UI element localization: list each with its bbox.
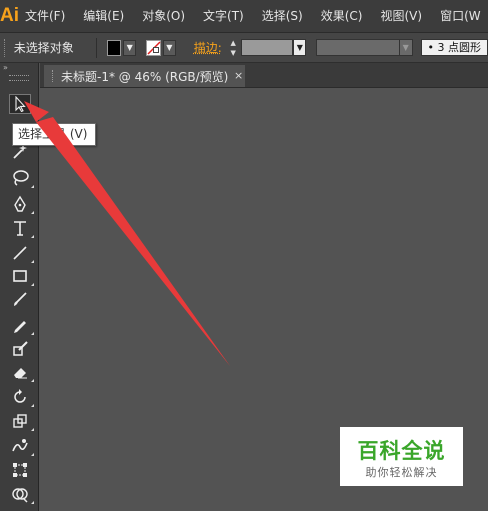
menu-select[interactable]: 选择(S) — [253, 0, 312, 32]
menu-type[interactable]: 文字(T) — [194, 0, 253, 32]
selection-tool[interactable] — [9, 94, 31, 114]
paintbrush-tool-icon — [14, 292, 27, 306]
watermark-logo: 百科全说 助你轻松解决 — [340, 427, 463, 486]
watermark-subtitle: 助你轻松解决 — [365, 466, 438, 479]
menu-bar: Ai 文件(F) 编辑(E) 对象(O) 文字(T) 选择(S) 效果(C) 视… — [0, 0, 488, 33]
line-segment-tool[interactable] — [9, 243, 34, 263]
divider — [95, 37, 97, 58]
collapse-toggle[interactable]: » — [0, 63, 38, 73]
stroke-weight-field[interactable] — [240, 39, 294, 56]
stroke-dropdown-arrow[interactable]: ▼ — [162, 39, 176, 56]
menu-edit[interactable]: 编辑(E) — [74, 0, 133, 32]
document-tab-title: 未标题-1* @ 46% (RGB/预览) — [61, 69, 229, 84]
selection-tool-icon — [15, 96, 26, 112]
free-transform-tool[interactable] — [9, 460, 31, 480]
menu-file[interactable]: 文件(F) — [19, 0, 74, 32]
shape-builder-tool[interactable] — [9, 484, 34, 504]
panel-grip[interactable] — [4, 38, 8, 57]
rectangle-tool-icon — [13, 270, 27, 282]
document-tab[interactable]: 未标题-1* @ 46% (RGB/预览) × — [44, 65, 245, 87]
pencil-tool[interactable] — [9, 315, 34, 335]
menu-view[interactable]: 视图(V) — [371, 0, 431, 32]
warp-tool-icon — [12, 439, 28, 452]
pen-tool-icon — [14, 195, 26, 212]
stroke-label[interactable]: 描边: — [194, 39, 222, 56]
type-tool-icon — [14, 221, 26, 236]
fill-dropdown-arrow[interactable]: ▼ — [123, 39, 137, 56]
warp-tool[interactable] — [9, 436, 34, 456]
shape-builder-tool-icon — [12, 488, 28, 503]
lasso-tool[interactable] — [9, 168, 34, 188]
tool-tooltip: 选择工具 (V) — [12, 123, 97, 146]
lasso-tool-icon — [13, 170, 29, 186]
fill-color-swatch[interactable] — [106, 39, 122, 56]
profile-dropdown[interactable]: ▼ — [399, 39, 413, 56]
stroke-color-swatch[interactable] — [146, 39, 161, 56]
eraser-tool-icon — [14, 368, 27, 379]
blob-brush-tool[interactable] — [9, 338, 31, 358]
pencil-tool-icon — [14, 321, 26, 333]
document-tab-bar: 未标题-1* @ 46% (RGB/预览) × — [40, 63, 488, 88]
stroke-weight-spinner[interactable]: ▲ ▼ — [228, 39, 239, 57]
line-segment-tool-icon — [13, 246, 27, 260]
menu-window[interactable]: 窗口(W — [431, 0, 488, 32]
tab-grip — [52, 70, 55, 82]
watermark-title: 百科全说 — [357, 439, 446, 463]
rectangle-tool[interactable] — [9, 266, 34, 286]
menu-effect[interactable]: 效果(C) — [312, 0, 372, 32]
type-tool[interactable] — [9, 218, 34, 238]
menu-object[interactable]: 对象(O) — [133, 0, 194, 32]
selection-status: 未选择对象 — [13, 41, 74, 55]
eraser-tool[interactable] — [9, 362, 34, 382]
close-icon[interactable]: × — [234, 69, 243, 82]
rotate-tool-icon — [14, 389, 26, 403]
brush-definition-field[interactable]: • 3 点圆形 — [420, 39, 488, 56]
app-logo: Ai — [0, 5, 19, 26]
pen-tool[interactable] — [9, 194, 34, 214]
control-bar: 未选择对象 ▼ ▼ 描边: ▲ ▼ ▼ ▼ • 3 点圆形 — [0, 33, 488, 63]
blob-brush-tool-icon — [13, 341, 28, 356]
tools-panel-grip[interactable] — [9, 75, 29, 81]
rotate-tool[interactable] — [9, 387, 34, 407]
none-slash-icon — [147, 40, 161, 55]
free-transform-tool-icon — [13, 463, 27, 477]
scale-tool[interactable] — [9, 411, 34, 431]
scale-tool-icon — [13, 414, 27, 428]
paintbrush-tool[interactable] — [9, 289, 31, 309]
stroke-weight-dropdown[interactable]: ▼ — [293, 39, 307, 56]
variable-width-profile-field[interactable] — [316, 39, 400, 56]
